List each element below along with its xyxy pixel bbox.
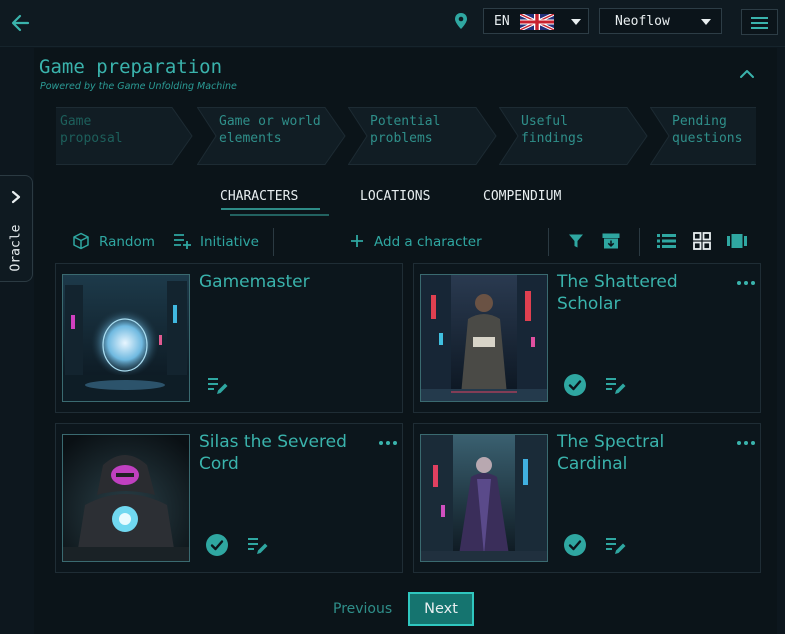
more-options-icon[interactable] [737,441,755,447]
character-card[interactable]: The Spectral Cardinal [413,423,761,573]
step-pending-questions[interactable]: Pending questions [650,107,756,165]
chevron-down-icon [571,19,581,25]
preparation-steps: Game proposal Game or world elements Poten… [56,107,756,165]
step-label: Pending questions [672,114,743,146]
step-game-proposal[interactable]: Game proposal [56,107,196,165]
character-portrait[interactable] [62,434,190,562]
character-name[interactable]: Gamemaster [199,271,374,293]
menu-line [751,22,768,24]
cube-icon[interactable] [72,232,90,250]
language-select[interactable]: EN [483,8,589,34]
next-button[interactable]: Next [408,592,474,626]
initiative-button[interactable]: Initiative [200,234,259,250]
character-name[interactable]: The Spectral Cardinal [557,431,732,475]
checkmark-glyph [210,540,224,551]
more-options-icon[interactable] [379,441,397,447]
character-portrait[interactable] [62,274,190,402]
portrait-image [421,435,547,561]
filter-icon[interactable] [568,233,584,249]
check-circle-icon[interactable] [206,534,228,556]
page-title: Game preparation [39,56,223,78]
step-useful-findings[interactable]: Useful findings [499,107,649,165]
step-game-or-world-elements[interactable]: Game or world elements [197,107,347,165]
random-button[interactable]: Random [99,234,155,250]
checkmark-glyph [568,540,582,551]
character-name[interactable]: Silas the Severed Cord [199,431,374,475]
step-label: Game proposal [60,114,123,146]
edit-notes-icon[interactable] [207,376,229,396]
step-label: Useful findings [521,114,584,146]
tab-locations[interactable]: LOCATIONS [360,189,430,204]
character-card[interactable]: Gamemaster [55,263,403,413]
character-card[interactable]: Silas the Severed Cord [55,423,403,573]
add-character-button[interactable]: Add a character [374,234,482,250]
portrait-image [63,435,189,561]
language-code: EN [494,14,510,29]
check-circle-icon[interactable] [564,374,586,396]
edit-notes-icon[interactable] [605,376,627,396]
check-circle-icon[interactable] [564,534,586,556]
menu-line [751,17,768,19]
carousel-view-icon[interactable] [727,233,747,249]
plus-icon[interactable] [350,234,364,248]
toolbar-divider [639,228,640,256]
step-potential-problems[interactable]: Potential problems [348,107,498,165]
step-label: Potential problems [370,114,441,146]
character-name[interactable]: The Shattered Scholar [557,271,732,315]
hamburger-menu-button[interactable] [741,9,778,35]
top-bar: EN Neoflow [0,0,785,47]
step-label: Game or world elements [219,114,321,146]
more-options-icon[interactable] [737,281,755,287]
initiative-list-icon[interactable] [172,232,192,250]
edit-notes-icon[interactable] [247,536,269,556]
chevron-down-icon [701,19,711,25]
character-portrait[interactable] [420,434,548,562]
active-tab-indicator [221,208,329,216]
menu-line [751,27,768,29]
portrait-image [63,275,189,401]
list-view-icon[interactable] [657,233,676,249]
back-arrow-icon[interactable] [8,10,34,36]
archive-icon[interactable] [601,232,621,250]
page-subtitle: Powered by the Game Unfolding Machine [40,81,237,92]
chevron-right-icon [11,190,21,204]
previous-button[interactable]: Previous [333,601,392,617]
chevron-up-icon[interactable] [739,68,755,80]
oracle-tab[interactable]: Oracle [0,175,33,282]
edit-notes-icon[interactable] [605,536,627,556]
toolbar-divider [273,228,274,256]
uk-flag-icon [520,14,554,30]
character-portrait[interactable] [420,274,548,402]
checkmark-glyph [568,380,582,391]
portrait-image [421,275,547,401]
oracle-label: Oracle [8,224,24,272]
location-pin-icon[interactable] [452,12,470,32]
tab-characters[interactable]: CHARACTERS [220,189,298,204]
grid-view-icon[interactable] [693,232,711,250]
toolbar-divider [548,228,549,256]
tab-compendium[interactable]: COMPENDIUM [483,189,561,204]
theme-label: Neoflow [615,14,670,29]
theme-select[interactable]: Neoflow [599,8,722,34]
character-card[interactable]: The Shattered Scholar [413,263,761,413]
